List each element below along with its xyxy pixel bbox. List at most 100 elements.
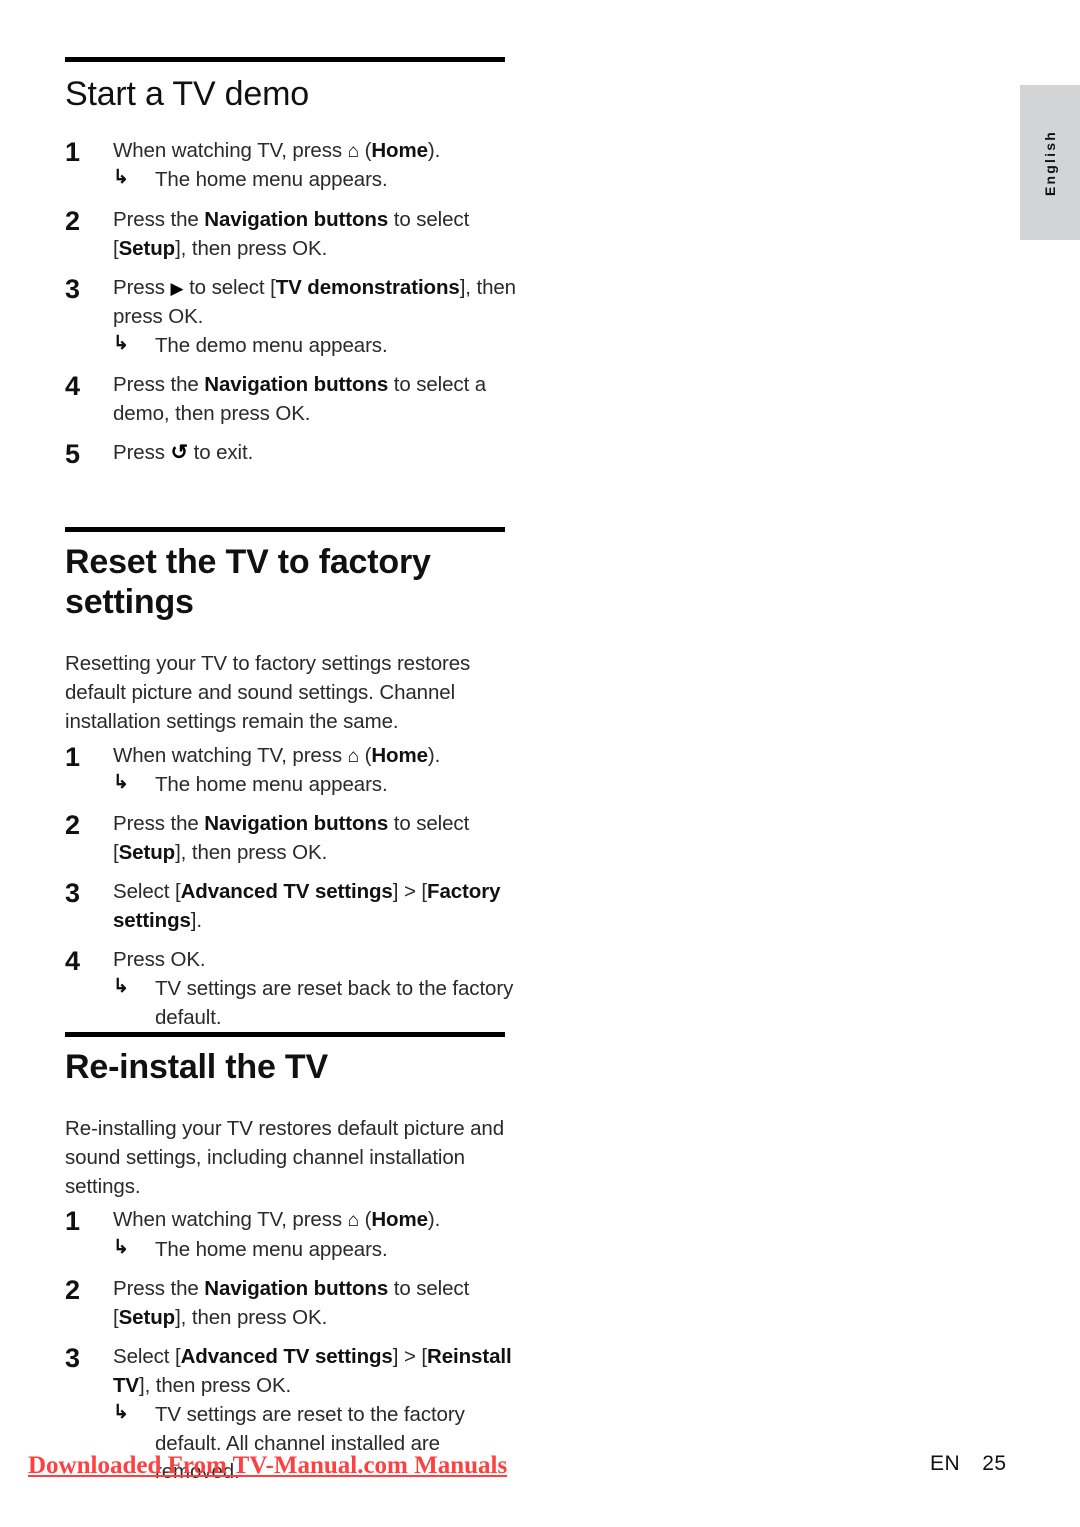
step-text-run: Press the bbox=[113, 207, 205, 231]
step-text-run: When watching TV, press bbox=[113, 139, 348, 163]
step-text-run: Press OK. bbox=[113, 948, 206, 972]
section-heading: Reset the TV to factory settings bbox=[65, 543, 431, 622]
section-divider-rule bbox=[65, 1032, 505, 1037]
step-text-run: When watching TV, press bbox=[113, 1208, 348, 1232]
step-keyword: Navigation buttons bbox=[204, 1276, 389, 1300]
step-result: ↳ The home menu appears. bbox=[113, 166, 525, 194]
step-text-run: Press the bbox=[113, 811, 205, 835]
step-text: Press the Navigation buttons to select [… bbox=[113, 1274, 525, 1332]
step-item: 1 When watching TV, press ⌂ (Home). ↳ The h… bbox=[65, 741, 525, 799]
step-result-text: The home menu appears. bbox=[155, 1237, 388, 1261]
footer-watermark[interactable]: Downloaded From TV-Manual.com Manuals bbox=[28, 1452, 507, 1480]
step-keyword: Home bbox=[371, 743, 428, 767]
manual-page: English Start a TV demo 1 When watching TV… bbox=[0, 0, 1080, 1527]
footer-page-info: EN 25 bbox=[930, 1452, 1050, 1476]
result-hook-arrow-icon: ↳ bbox=[113, 332, 129, 354]
step-result-text: The home menu appears. bbox=[155, 772, 388, 796]
step-text: Press the Navigation buttons to select [… bbox=[113, 205, 525, 263]
step-text: Press ↺ to exit. bbox=[113, 438, 525, 468]
step-text-run: ]. bbox=[190, 909, 202, 933]
step-text-run: ). bbox=[427, 1208, 441, 1232]
step-item: 5 Press ↺ to exit. bbox=[65, 438, 525, 469]
step-number: 3 bbox=[65, 273, 80, 304]
section-2: Reset the TV to factory settings Resettin… bbox=[65, 527, 525, 1032]
section-heading: Re-install the TV bbox=[65, 1048, 328, 1086]
step-text-run: ], then press OK. bbox=[175, 841, 328, 865]
step-list: 1 When watching TV, press ⌂ (Home). ↳ The h… bbox=[65, 741, 525, 1033]
step-result: ↳ TV settings are reset back to the facto… bbox=[113, 975, 525, 1032]
step-keyword: Navigation buttons bbox=[204, 373, 389, 397]
step-result: ↳ The demo menu appears. bbox=[113, 332, 525, 360]
language-tab: English bbox=[1020, 85, 1080, 240]
step-text: Press OK. bbox=[113, 945, 525, 974]
step-text: Select [Advanced TV settings] > [Factory… bbox=[113, 877, 525, 935]
step-keyword: TV demonstrations bbox=[275, 275, 460, 299]
step-text-run: ). bbox=[427, 743, 441, 767]
step-number: 4 bbox=[65, 946, 80, 977]
step-result-text: The demo menu appears. bbox=[155, 333, 388, 357]
step-text-run: ] > [ bbox=[392, 880, 428, 904]
step-item: 1 When watching TV, press ⌂ (Home). ↳ The h… bbox=[65, 1205, 525, 1263]
section-heading: Start a TV demo bbox=[65, 75, 309, 113]
step-result-text: The home menu appears. bbox=[155, 168, 388, 192]
step-keyword: Home bbox=[371, 1208, 428, 1232]
step-result-text: TV settings are reset back to the factor… bbox=[155, 977, 514, 1029]
step-text-run: Press bbox=[113, 275, 171, 299]
step-list: 1 When watching TV, press ⌂ (Home). ↳ The h… bbox=[65, 136, 525, 469]
section-1: Start a TV demo 1 When watching TV, press … bbox=[65, 57, 525, 469]
step-number: 2 bbox=[65, 1274, 80, 1305]
home-icon: ⌂ bbox=[347, 745, 360, 767]
section-divider-rule bbox=[65, 57, 505, 62]
step-text-run: Press bbox=[113, 441, 171, 465]
step-text-run: to select [ bbox=[183, 275, 276, 299]
section-intro-paragraph: Re-installing your TV restores default p… bbox=[65, 1117, 505, 1199]
step-item: 3 Select [Advanced TV settings] > [Factor… bbox=[65, 877, 525, 935]
step-number: 1 bbox=[65, 741, 80, 772]
step-text-run: Press the bbox=[113, 1276, 205, 1300]
step-number: 1 bbox=[65, 1206, 80, 1237]
step-text-run: ], then press OK. bbox=[175, 1305, 328, 1329]
step-keyword: Navigation buttons bbox=[204, 207, 389, 231]
section-3: Re-install the TV Re-installing your TV r… bbox=[65, 1032, 525, 1486]
step-keyword: Advanced TV settings bbox=[180, 1345, 393, 1369]
step-text: Press the Navigation buttons to select [… bbox=[113, 809, 525, 867]
step-number: 1 bbox=[65, 137, 80, 168]
step-text-run: Select [ bbox=[113, 880, 181, 904]
step-item: 2 Press the Navigation buttons to select … bbox=[65, 809, 525, 867]
step-number: 5 bbox=[65, 439, 80, 470]
step-number: 4 bbox=[65, 371, 80, 402]
step-item: 2 Press the Navigation buttons to select … bbox=[65, 205, 525, 263]
step-number: 2 bbox=[65, 205, 80, 236]
home-icon: ⌂ bbox=[347, 1210, 360, 1232]
step-text-run: ). bbox=[427, 139, 441, 163]
step-item: 3 Press ▶ to select [TV demonstrations], … bbox=[65, 273, 525, 361]
step-text-run: ], then press OK. bbox=[139, 1374, 292, 1398]
step-list: 1 When watching TV, press ⌂ (Home). ↳ The h… bbox=[65, 1205, 525, 1486]
result-hook-arrow-icon: ↳ bbox=[113, 1402, 129, 1424]
step-text-run: ( bbox=[359, 743, 372, 767]
step-text-run: Select [ bbox=[113, 1345, 181, 1369]
step-number: 2 bbox=[65, 809, 80, 840]
step-text-run: Press the bbox=[113, 373, 205, 397]
step-keyword: Setup bbox=[118, 236, 176, 260]
step-keyword: Home bbox=[371, 139, 428, 163]
step-text-run: to exit. bbox=[188, 441, 254, 465]
step-text: When watching TV, press ⌂ (Home). bbox=[113, 741, 525, 770]
step-text-run: ( bbox=[359, 139, 372, 163]
step-text: Press ▶ to select [TV demonstrations], t… bbox=[113, 273, 525, 331]
step-text-run: When watching TV, press bbox=[113, 743, 348, 767]
result-hook-arrow-icon: ↳ bbox=[113, 1236, 129, 1258]
step-text-run: ] > [ bbox=[392, 1345, 428, 1369]
home-icon: ⌂ bbox=[347, 141, 360, 163]
section-intro-paragraph: Resetting your TV to factory settings re… bbox=[65, 652, 471, 734]
step-text-run: ], then press OK. bbox=[175, 236, 328, 260]
step-number: 3 bbox=[65, 1343, 80, 1374]
section-divider-rule bbox=[65, 527, 505, 532]
step-text: Press the Navigation buttons to select a… bbox=[113, 370, 525, 428]
step-text: Select [Advanced TV settings] > [Reinsta… bbox=[113, 1342, 525, 1400]
right-arrow-icon: ▶ bbox=[170, 278, 184, 298]
step-keyword: Advanced TV settings bbox=[180, 880, 393, 904]
footer-language-code: EN bbox=[930, 1452, 961, 1475]
result-hook-arrow-icon: ↳ bbox=[113, 771, 129, 793]
step-text: When watching TV, press ⌂ (Home). bbox=[113, 136, 525, 165]
